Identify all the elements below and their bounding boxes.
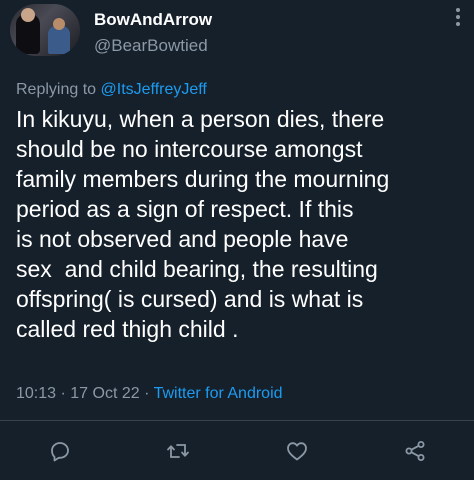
tweet-date[interactable]: 17 Oct 22 [70,385,139,402]
tweet-time[interactable]: 10:13 [16,385,56,402]
share-icon [405,441,425,461]
tweet-text: In kikuyu, when a person dies, there sho… [16,104,464,344]
meta-separator: · [56,385,71,402]
tweet-text-line: family members during the mourning [16,166,390,192]
avatar-figure-head [21,8,35,22]
avatar-figure [48,26,70,54]
avatar-figure-head [53,18,65,30]
divider [0,420,474,421]
replying-to: Replying to @ItsJeffreyJeff [16,81,207,99]
reply-mention-link[interactable]: @ItsJeffreyJeff [101,81,207,98]
tweet-text-line: period as a sign of respect. If this [16,196,354,222]
share-button[interactable] [402,438,428,464]
avatar[interactable] [10,4,80,56]
like-button[interactable] [284,438,310,464]
tweet-text-line: called red thigh child . [16,316,239,342]
tweet: BowAndArrow @BearBowtied Replying to @It… [0,0,474,480]
tweet-meta: 10:13 · 17 Oct 22 · Twitter for Android [16,385,283,403]
reply-button[interactable] [47,438,73,464]
heart-icon [287,442,307,461]
tweet-source-link[interactable]: Twitter for Android [154,385,283,402]
reply-icon [51,442,69,462]
meta-separator: · [139,385,154,402]
author-display-name[interactable]: BowAndArrow [94,10,212,30]
retweet-button[interactable] [165,438,191,464]
author-handle[interactable]: @BearBowtied [94,36,208,56]
retweet-icon [167,444,189,458]
tweet-text-line: should be no intercourse amongst [16,136,363,162]
more-options-icon[interactable] [456,8,460,30]
tweet-text-line: sex and child bearing, the resulting [16,256,378,282]
tweet-text-line: In kikuyu, when a person dies, there [16,106,385,132]
tweet-text-line: is not observed and people have [16,226,349,252]
tweet-text-line: offspring( is cursed) and is what is [16,286,364,312]
tweet-actions [0,434,474,470]
replying-to-label: Replying to [16,81,101,98]
